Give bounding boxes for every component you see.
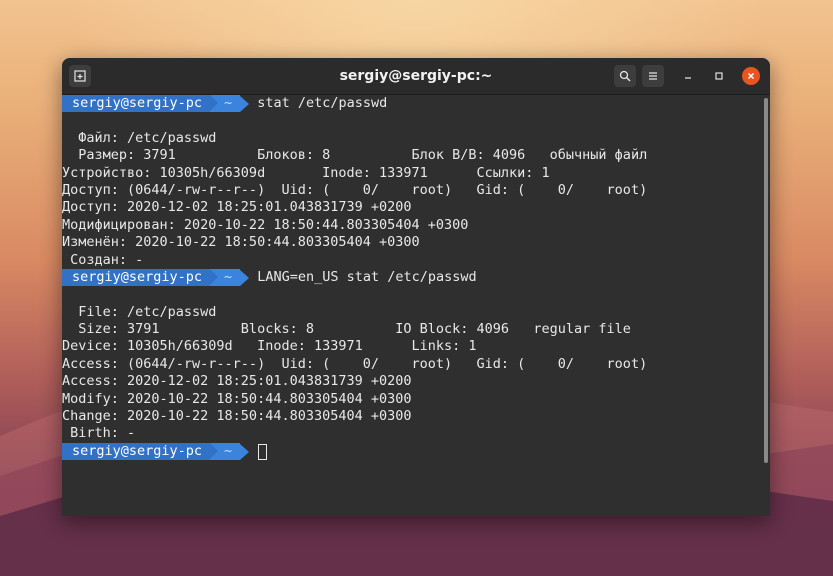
- prompt-directory: ~: [210, 95, 241, 113]
- prompt-line: sergiy@sergiy-pc ~ stat /etc/passwd: [62, 95, 762, 113]
- output-line: Size: 3791 Blocks: 8 IO Block: 4096 regu…: [62, 321, 631, 338]
- output-line: File: /etc/passwd: [62, 303, 217, 320]
- output-line: Доступ: (0644/-rw-r--r--) Uid: ( 0/ root…: [62, 181, 648, 198]
- hamburger-menu-icon[interactable]: [642, 65, 664, 87]
- command-text: LANG=en_US stat /etc/passwd: [257, 268, 477, 285]
- output-line: Создан: -: [62, 251, 144, 268]
- output-line: Change: 2020-10-22 18:50:44.803305404 +0…: [62, 408, 412, 425]
- prompt-directory: ~: [210, 268, 241, 287]
- output-line: Доступ: 2020-12-02 18:25:01.043831739 +0…: [62, 199, 412, 216]
- output-line: Изменён: 2020-10-22 18:50:44.803305404 +…: [62, 234, 420, 251]
- output-line: Устройство: 10305h/66309d Inode: 133971 …: [62, 164, 550, 181]
- prompt-arrow-icon: [240, 443, 250, 460]
- minimize-icon[interactable]: [679, 67, 697, 85]
- output-line: Modify: 2020-10-22 18:50:44.803305404 +0…: [62, 390, 412, 407]
- prompt-line: sergiy@sergiy-pc ~ LANG=en_US stat /etc/pa…: [62, 268, 762, 287]
- output-line: Access: 2020-12-02 18:25:01.043831739 +0…: [62, 373, 412, 390]
- output-line: Birth: -: [62, 425, 136, 442]
- titlebar: sergiy@sergiy-pc:~: [62, 58, 770, 95]
- prompt-user-host: sergiy@sergiy-pc: [62, 268, 211, 287]
- command-text: stat /etc/passwd: [257, 95, 388, 111]
- prompt-line: sergiy@sergiy-pc ~: [62, 442, 762, 461]
- output-line: Device: 10305h/66309d Inode: 133971 Link…: [62, 338, 477, 355]
- close-icon[interactable]: [742, 67, 760, 85]
- prompt-user-host: sergiy@sergiy-pc: [62, 442, 211, 461]
- prompt-arrow-icon: [240, 269, 250, 286]
- scrollbar[interactable]: [764, 98, 768, 463]
- terminal-output[interactable]: sergiy@sergiy-pc ~ stat /etc/passwd Файл: …: [62, 95, 762, 516]
- maximize-icon[interactable]: [710, 67, 728, 85]
- search-icon[interactable]: [614, 65, 636, 87]
- prompt-arrow-icon: [240, 95, 250, 112]
- prompt-directory: ~: [210, 442, 241, 461]
- output-line: Размер: 3791 Блоков: 8 Блок В/В: 4096 об…: [62, 147, 648, 164]
- output-line: Модифицирован: 2020-10-22 18:50:44.80330…: [62, 216, 469, 233]
- output-line: Файл: /etc/passwd: [62, 129, 217, 146]
- prompt-user-host: sergiy@sergiy-pc: [62, 95, 211, 113]
- text-cursor[interactable]: [258, 443, 268, 460]
- terminal-window: sergiy@sergiy-pc:~ sergiy@sergiy-pc ~ stat…: [62, 58, 770, 516]
- output-line: Access: (0644/-rw-r--r--) Uid: ( 0/ root…: [62, 355, 648, 372]
